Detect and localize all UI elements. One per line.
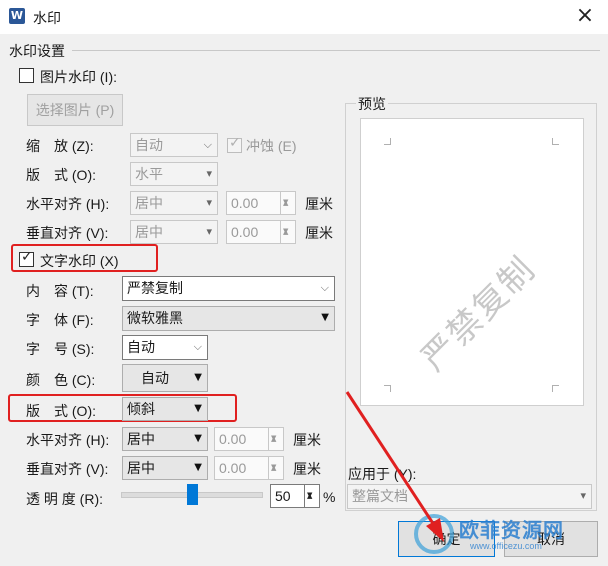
arrow-annotation-icon: [345, 391, 444, 542]
